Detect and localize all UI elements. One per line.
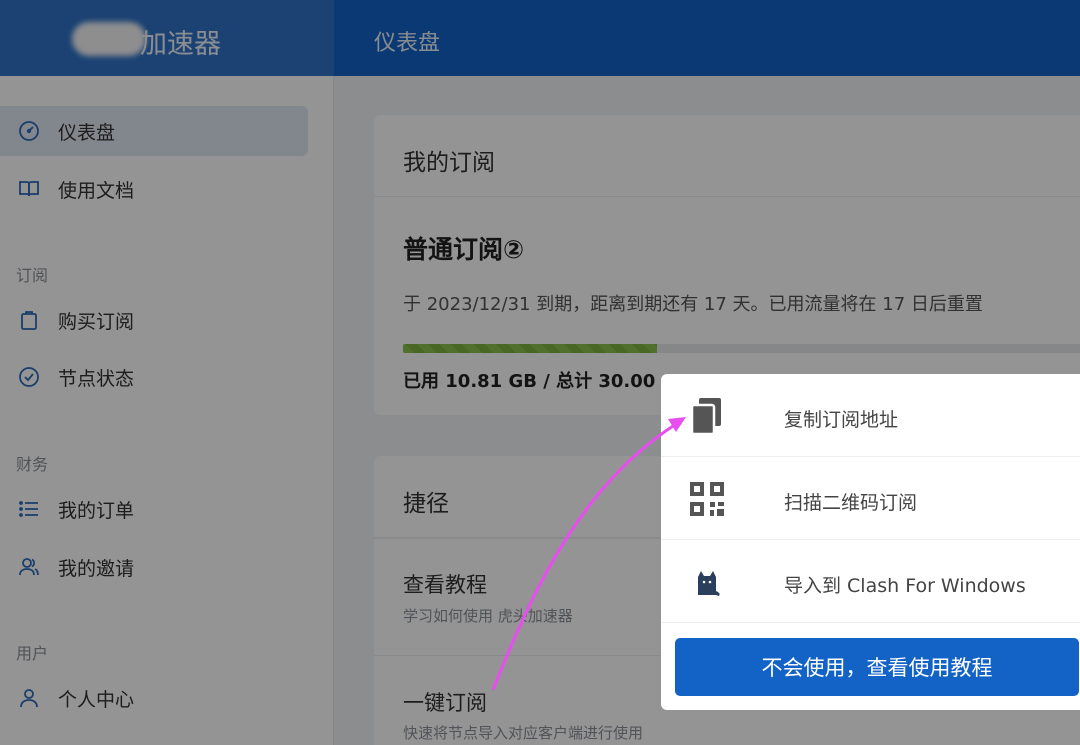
popup-item-qrcode[interactable]: 扫描二维码订阅 — [661, 457, 1080, 540]
view-tutorial-button[interactable]: 不会使用，查看使用教程 — [675, 638, 1079, 696]
qrcode-icon — [685, 477, 729, 521]
popup-item-label: 复制订阅地址 — [784, 409, 899, 431]
popup-item-copy-link[interactable]: 复制订阅地址 — [661, 374, 1080, 457]
copy-icon — [685, 394, 729, 438]
subscribe-popup: 复制订阅地址 扫描二维码订阅 导入到 Clash For Windows 不会使… — [661, 374, 1080, 710]
popup-item-label: 导入到 Clash For Windows — [784, 575, 1026, 597]
popup-item-import-clash[interactable]: 导入到 Clash For Windows — [661, 540, 1080, 623]
popup-item-label: 扫描二维码订阅 — [784, 492, 918, 514]
cat-icon — [685, 560, 729, 604]
